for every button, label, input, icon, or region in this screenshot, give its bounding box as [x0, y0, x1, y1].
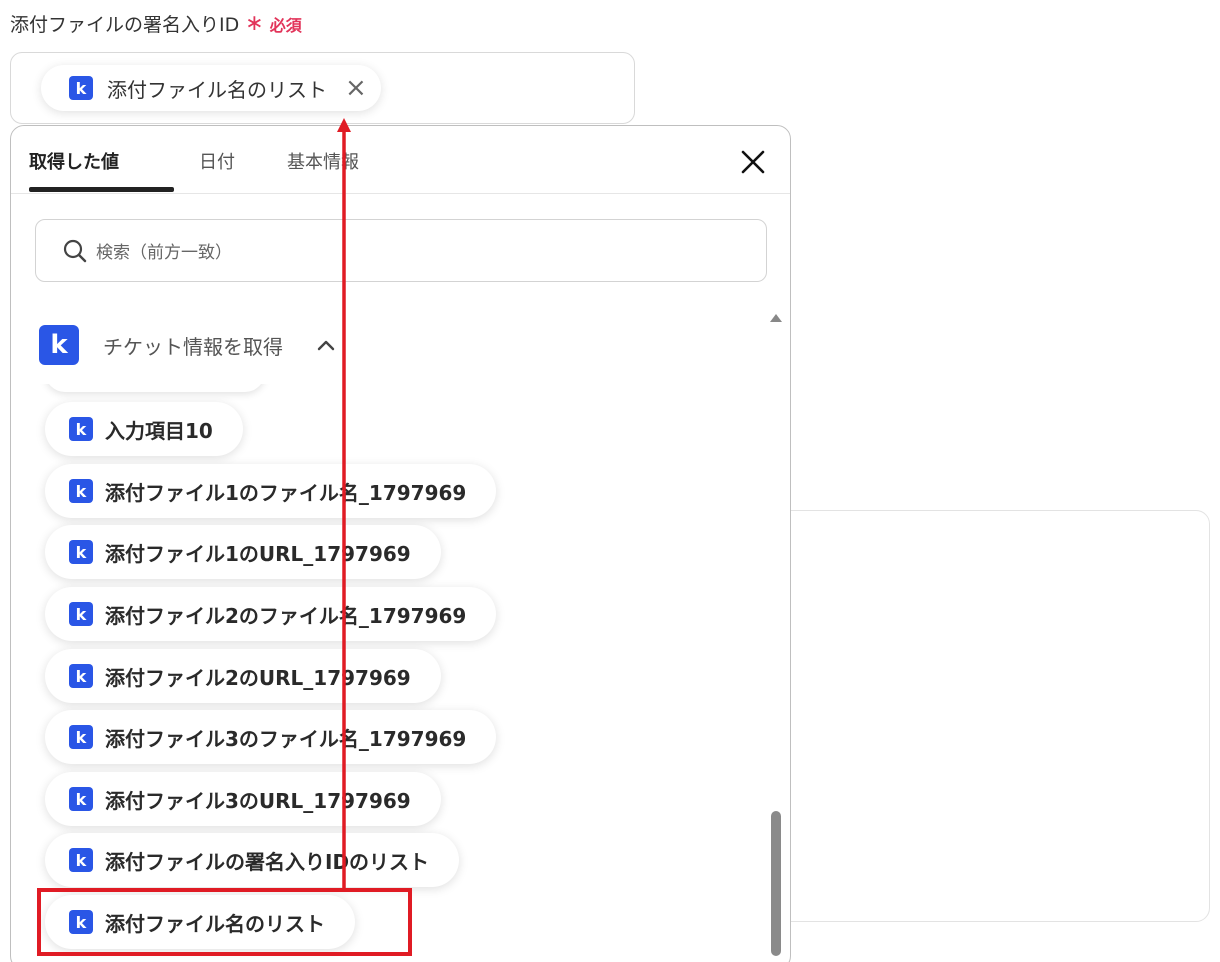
tab-basic-info[interactable]: 基本情報 [287, 148, 359, 174]
value-list: k 入力項目10 k 添付ファイル1のファイル名_1797969 k 添付ファイ… [11, 384, 771, 962]
required-text: 必須 [269, 15, 302, 35]
scroll-thumb[interactable] [771, 811, 781, 956]
kintone-icon: k [69, 664, 93, 688]
list-item-label: 添付ファイル3のURL_1797969 [105, 788, 411, 813]
list-item[interactable]: k 添付ファイルの署名入りIDのリスト [45, 833, 460, 887]
search-input[interactable]: 検索（前方一致） [35, 219, 767, 282]
section-header-ticket-info[interactable]: k チケット情報を取得 [39, 325, 335, 365]
annotation-highlight [37, 888, 412, 956]
kintone-icon: k [69, 725, 93, 749]
tab-acquired-values[interactable]: 取得した値 [29, 148, 119, 174]
search-placeholder: 検索（前方一致） [96, 243, 232, 263]
list-item[interactable]: k 添付ファイル1のURL_1797969 [45, 525, 441, 579]
tab-bar: 取得した値 日付 基本情報 [11, 126, 790, 194]
list-item-label: 入力項目10 [105, 418, 213, 443]
field-label: 添付ファイルの署名入りID ∗ 必須 [10, 10, 302, 37]
list-item[interactable]: k 添付ファイル2のURL_1797969 [45, 649, 441, 703]
scrollbar[interactable] [768, 306, 784, 962]
kintone-icon: k [39, 325, 79, 365]
field-label-text: 添付ファイルの署名入りID [10, 14, 240, 36]
close-icon[interactable] [739, 148, 767, 176]
list-item-label: 添付ファイル2のURL_1797969 [105, 665, 411, 690]
section-title: チケット情報を取得 [103, 334, 283, 359]
selected-token[interactable]: k 添付ファイル名のリスト × [41, 65, 381, 111]
background-panel [770, 510, 1210, 922]
kintone-icon: k [69, 417, 93, 441]
kintone-icon: k [69, 76, 93, 100]
list-item[interactable]: k 添付ファイル1のファイル名_1797969 [45, 464, 497, 518]
scroll-up-arrow-icon[interactable] [770, 314, 782, 322]
kintone-icon: k [69, 479, 93, 503]
list-item-partial [45, 384, 265, 392]
token-remove-icon[interactable]: × [345, 75, 367, 101]
list-item[interactable]: k 添付ファイル3のURL_1797969 [45, 772, 441, 826]
tab-date[interactable]: 日付 [199, 148, 235, 174]
kintone-icon: k [69, 602, 93, 626]
list-item[interactable]: k 添付ファイル3のファイル名_1797969 [45, 710, 497, 764]
list-item-label: 添付ファイル3のファイル名_1797969 [105, 726, 467, 751]
token-label: 添付ファイル名のリスト [107, 77, 327, 102]
list-item[interactable]: k 入力項目10 [45, 402, 243, 456]
kintone-icon: k [69, 848, 93, 872]
kintone-icon: k [69, 540, 93, 564]
signed-id-input[interactable]: k 添付ファイル名のリスト × [10, 52, 635, 124]
list-item-label: 添付ファイルの署名入りIDのリスト [105, 849, 430, 874]
list-item-label: 添付ファイル2のファイル名_1797969 [105, 603, 467, 628]
chevron-up-icon[interactable] [317, 339, 335, 351]
active-tab-indicator [29, 187, 174, 192]
kintone-icon: k [69, 787, 93, 811]
list-item-label: 添付ファイル1のファイル名_1797969 [105, 480, 467, 505]
list-item-label: 添付ファイル1のURL_1797969 [105, 541, 411, 566]
list-item[interactable]: k 添付ファイル2のファイル名_1797969 [45, 587, 497, 641]
required-asterisk: ∗ [245, 10, 264, 36]
search-icon [63, 239, 87, 262]
value-picker-popup: 取得した値 日付 基本情報 検索（前方一致） k チケット情報を取得 k 入力項… [10, 125, 791, 962]
